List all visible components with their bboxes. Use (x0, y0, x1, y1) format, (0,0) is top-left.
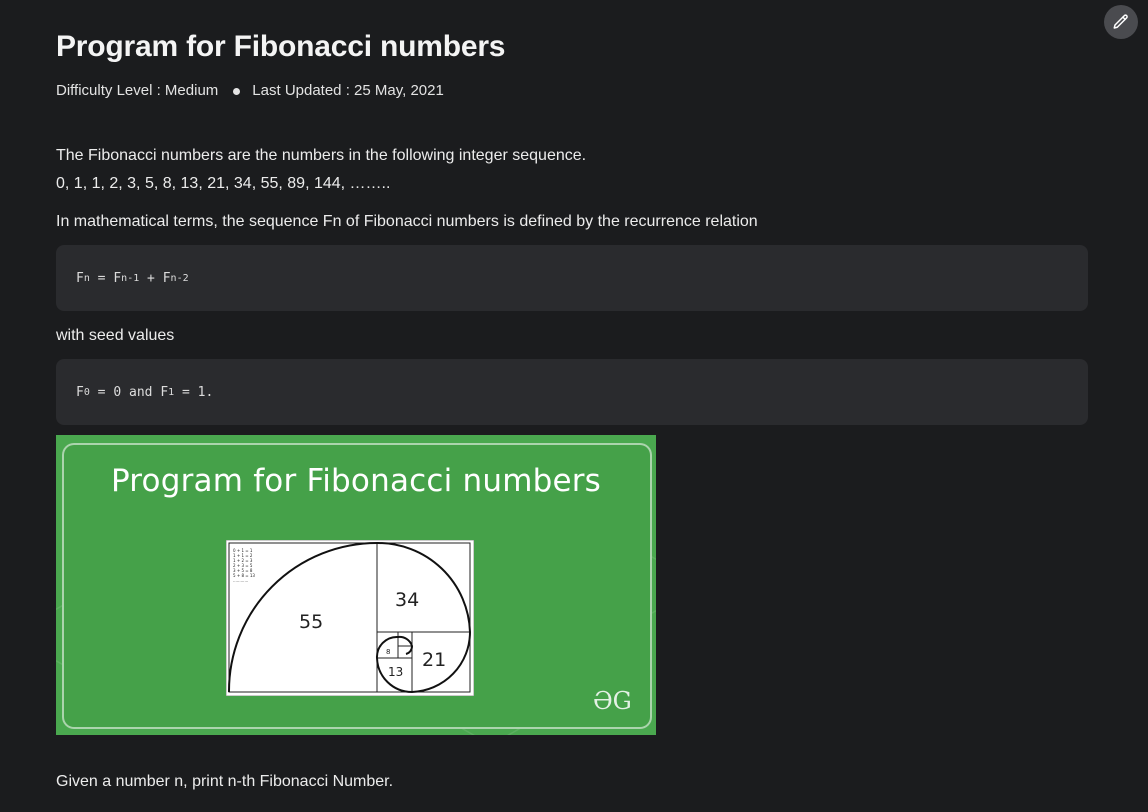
article-meta: Difficulty Level : Medium Last Updated :… (56, 81, 444, 101)
label-8: 8 (386, 648, 390, 656)
banner-title: Program for Fibonacci numbers (110, 463, 602, 499)
seed-code-block: F0 = 0 and F1 = 1. (56, 359, 1088, 425)
pencil-icon (1113, 14, 1128, 29)
task-text: Given a number n, print n-th Fibonacci N… (56, 773, 394, 790)
recurrence-code-block: Fn = Fn-1 + Fn-2 (56, 245, 1088, 311)
sum-list: 0 + 1 = 1 1 + 1 = 2 1 + 2 = 3 2 + 3 = 5 … (233, 548, 255, 583)
math-terms-text: In mathematical terms, the sequence Fn o… (56, 213, 758, 230)
separator-dot (233, 87, 241, 95)
page-title: Program for Fibonacci numbers (56, 30, 506, 63)
last-updated: Last Updated : 25 May, 2021 (252, 82, 444, 99)
svg-text:............: ............ (233, 578, 248, 583)
label-13: 13 (388, 665, 403, 679)
edit-button[interactable] (1104, 5, 1138, 39)
seed-values-text: with seed values (56, 327, 175, 344)
label-21: 21 (422, 649, 446, 671)
fibonacci-banner-image: Program for Fibonacci numbers 0 + 1 = 1 … (56, 435, 656, 735)
fibonacci-spiral-diagram: 0 + 1 = 1 1 + 1 = 2 1 + 2 = 3 2 + 3 = 5 … (226, 540, 474, 696)
geeksforgeeks-logo: ƏG (593, 687, 632, 715)
intro-text: The Fibonacci numbers are the numbers in… (56, 147, 587, 164)
label-34: 34 (395, 589, 419, 611)
difficulty-level: Difficulty Level : Medium (56, 82, 219, 99)
sequence-text: 0, 1, 1, 2, 3, 5, 8, 13, 21, 34, 55, 89,… (56, 175, 391, 192)
label-55: 55 (299, 611, 323, 633)
